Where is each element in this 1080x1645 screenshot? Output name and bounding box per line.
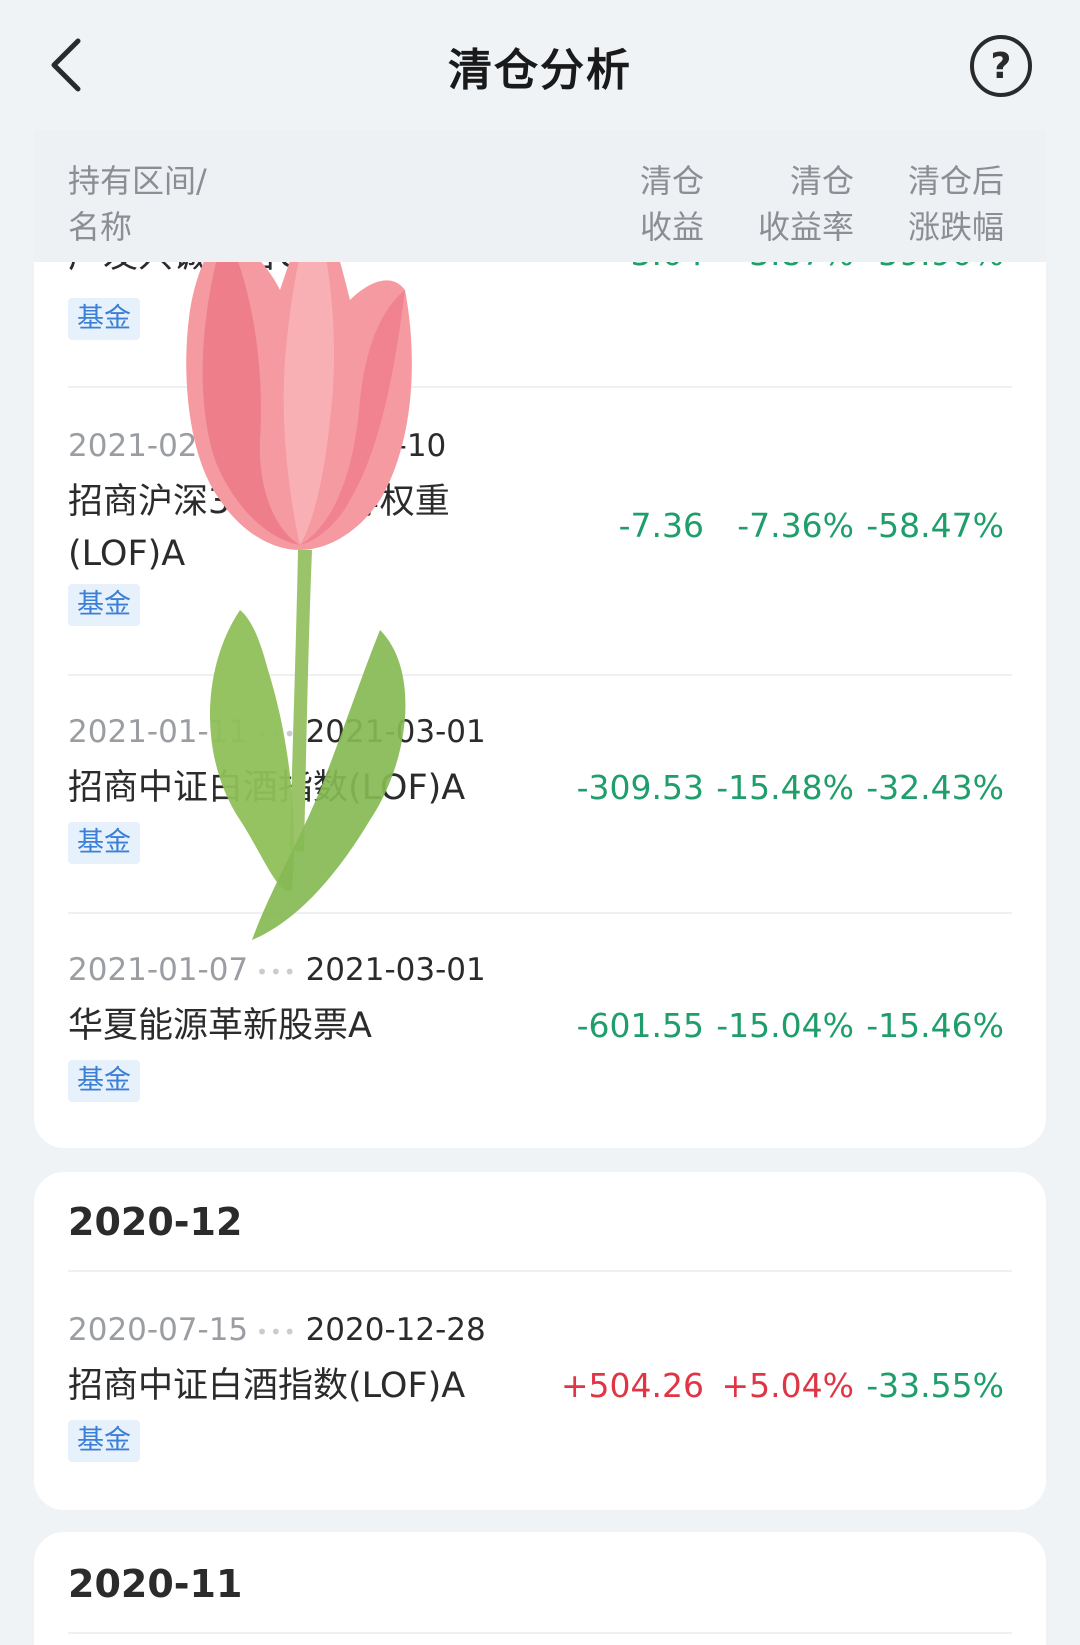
divider — [68, 1632, 1012, 1634]
clear-profit: -309.53 — [576, 768, 704, 807]
month-card: 2020-12 2020-07-15 ••• 2020-12-28 招商中证白酒指数… — [34, 1172, 1046, 1510]
post-clear-change: -33.55% — [866, 1366, 1004, 1405]
list-item[interactable]: 2021-01-07 ••• 2021-03-01 华夏能源革新股票A -601.5… — [34, 914, 1046, 1148]
month-title: 2020-11 — [68, 1562, 243, 1606]
holding-period: 2020-07-15 ••• 2020-12-28 — [68, 1312, 486, 1348]
month-card: 广发兴诚混合C -3.04 -3.87% -59.90% 基金 2021-02-… — [34, 180, 1046, 1148]
column-rate-header[interactable]: 清仓 收益率 — [758, 158, 854, 250]
question-circle-icon: ? — [990, 45, 1012, 87]
fund-tag: 基金 — [68, 822, 140, 864]
list-item[interactable]: 2021-02- ••• 2021-03-10 招商沪深300地产等权重 (LOF)… — [34, 388, 1046, 674]
clear-profit-rate: +5.04% — [721, 1366, 854, 1405]
fund-name: 华夏能源革新股票A — [68, 1006, 372, 1046]
column-change-header[interactable]: 清仓后 涨跌幅 — [908, 158, 1004, 250]
holding-period: 2021-01-11 ••• 2021-03-01 — [68, 714, 486, 750]
top-bar: 清仓分析 ? — [0, 0, 1080, 130]
fund-tag: 基金 — [68, 584, 140, 626]
post-clear-change: -15.46% — [866, 1006, 1004, 1045]
clear-profit-rate: -15.04% — [716, 1006, 854, 1045]
fund-name: 招商中证白酒指数(LOF)A — [68, 1366, 466, 1406]
dots-icon: ••• — [256, 1319, 298, 1344]
column-name-header[interactable]: 持有区间/ 名称 — [68, 158, 207, 250]
help-button[interactable]: ? — [970, 35, 1032, 97]
dots-icon: ••• — [256, 959, 298, 984]
post-clear-change: -58.47% — [866, 506, 1004, 545]
fund-name: 招商中证白酒指数(LOF)A — [68, 768, 466, 808]
fund-name: 招商沪深300地产等权重 (LOF)A — [68, 482, 450, 574]
holding-period: 2021-01-07 ••• 2021-03-01 — [68, 952, 486, 988]
fund-tag: 基金 — [68, 1060, 140, 1102]
month-card: 2020-11 — [34, 1532, 1046, 1645]
list-item[interactable]: 2021-01-11 ••• 2021-03-01 招商中证白酒指数(LOF)A -… — [34, 676, 1046, 912]
column-header: 持有区间/ 名称 清仓 收益 清仓 收益率 清仓后 涨跌幅 — [34, 130, 1046, 262]
dots-icon: ••• — [256, 721, 298, 746]
dots-icon: ••• — [216, 435, 259, 460]
month-title: 2020-12 — [68, 1200, 243, 1244]
clear-profit-rate: -7.36% — [737, 506, 854, 545]
column-profit-header[interactable]: 清仓 收益 — [640, 158, 704, 250]
fund-tag: 基金 — [68, 298, 140, 340]
fund-tag: 基金 — [68, 1420, 140, 1462]
page-title: 清仓分析 — [448, 45, 632, 96]
holding-period: 2021-02- ••• 2021-03-10 — [68, 428, 447, 464]
list-item[interactable]: 2020-07-15 ••• 2020-12-28 招商中证白酒指数(LOF)A +… — [34, 1272, 1046, 1510]
clear-profit: +504.26 — [560, 1366, 704, 1405]
post-clear-change: -32.43% — [866, 768, 1004, 807]
clear-profit-rate: -15.48% — [716, 768, 854, 807]
clear-profit: -601.55 — [576, 1006, 704, 1045]
clear-profit: -7.36 — [618, 506, 704, 545]
